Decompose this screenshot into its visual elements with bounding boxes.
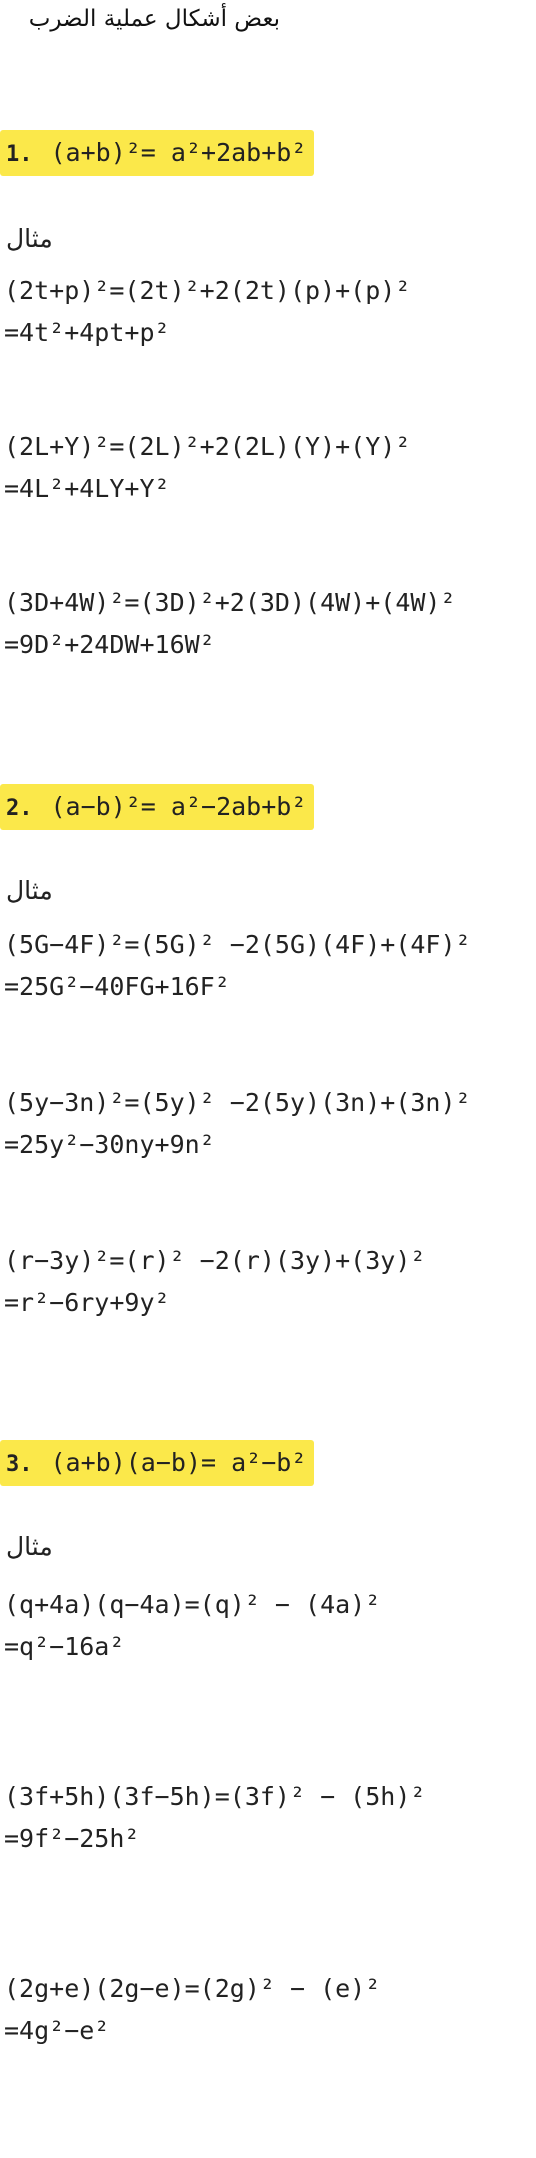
example-result: =25G²−40FG+16F² bbox=[4, 972, 230, 1001]
example-line: (5y−3n)²=(5y)² −2(5y)(3n)+(3n)² bbox=[4, 1088, 471, 1117]
example-result: =9f²−25h² bbox=[4, 1824, 140, 1853]
example-line: (2L+Y)²=(2L)²+2(2L)(Y)+(Y)² bbox=[4, 432, 411, 461]
example-line: (3f+5h)(3f−5h)=(3f)² − (5h)² bbox=[4, 1782, 426, 1811]
page-title: بعض أشكال عملية الضرب bbox=[28, 6, 280, 32]
formula-text: (a−b)²= a²−2ab+b² bbox=[50, 792, 307, 821]
example-line: (r−3y)²=(r)² −2(r)(3y)+(3y)² bbox=[4, 1246, 426, 1275]
example-line: (2g+e)(2g−e)=(2g)² − (e)² bbox=[4, 1974, 381, 2003]
example-result: =4g²−e² bbox=[4, 2016, 110, 2045]
example-line: (2t+p)²=(2t)²+2(2t)(p)+(p)² bbox=[4, 276, 411, 305]
example-label: مثال bbox=[6, 1532, 53, 1561]
example-label: مثال bbox=[6, 224, 53, 253]
example-label: مثال bbox=[6, 876, 53, 905]
example-line: (q+4a)(q−4a)=(q)² − (4a)² bbox=[4, 1590, 381, 1619]
example-result: =9D²+24DW+16W² bbox=[4, 630, 215, 659]
example-result: =25y²−30ny+9n² bbox=[4, 1130, 215, 1159]
formula-number: 1. bbox=[6, 142, 33, 167]
example-result: =4L²+4LY+Y² bbox=[4, 474, 170, 503]
formula-box-1: 1. (a+b)²= a²+2ab+b² bbox=[0, 130, 314, 176]
formula-box-3: 3. (a+b)(a−b)= a²−b² bbox=[0, 1440, 314, 1486]
example-result: =4t²+4pt+p² bbox=[4, 318, 170, 347]
formula-text: (a+b)(a−b)= a²−b² bbox=[50, 1448, 307, 1477]
example-line: (5G−4F)²=(5G)² −2(5G)(4F)+(4F)² bbox=[4, 930, 471, 959]
formula-box-2: 2. (a−b)²= a²−2ab+b² bbox=[0, 784, 314, 830]
formula-number: 3. bbox=[6, 1452, 33, 1477]
example-result: =q²−16a² bbox=[4, 1632, 125, 1661]
example-line: (3D+4W)²=(3D)²+2(3D)(4W)+(4W)² bbox=[4, 588, 456, 617]
formula-number: 2. bbox=[6, 796, 33, 821]
example-result: =r²−6ry+9y² bbox=[4, 1288, 170, 1317]
formula-text: (a+b)²= a²+2ab+b² bbox=[50, 138, 307, 167]
